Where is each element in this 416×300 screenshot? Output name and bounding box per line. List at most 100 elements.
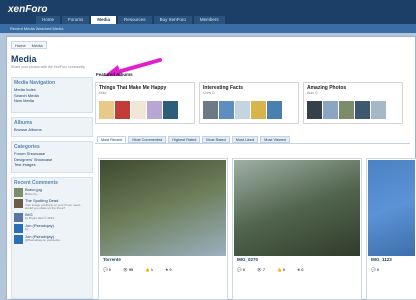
- sidebar-link-browse-albums[interactable]: Browse Albums: [14, 127, 90, 133]
- media-stats: 💬 0 👁 95 👍 1 ★ 0: [103, 267, 172, 272]
- album-thumbnail[interactable]: [219, 101, 234, 119]
- album-thumbnail[interactable]: [235, 101, 250, 119]
- recent-comment-item[interactable]: Jon (Pseudojay) @Pseudojay.do yourselve..…: [14, 234, 90, 244]
- page-title: Media: [11, 54, 37, 64]
- comment-count: 0: [108, 268, 111, 272]
- sort-tabs: Most Recent Most Commented Highest Rated…: [97, 136, 290, 143]
- album-thumbnail[interactable]: [323, 101, 338, 119]
- media-card[interactable]: IMG_0270 💬 0 👁 7 👍 0 ★ 0: [232, 158, 362, 300]
- recent-comment-item[interactable]: IMG by Bryan Stoll © 2013...: [14, 212, 90, 222]
- nav-tab-media[interactable]: Media: [91, 16, 117, 24]
- recent-comment-text: by Bryan Stoll © 2013...: [25, 216, 57, 220]
- categories-box: Categories Forum Showcase Designers' Sho…: [11, 141, 93, 173]
- album-card[interactable]: Things That Make Me Happy Mika: [95, 82, 195, 124]
- breadcrumb: Home Media: [11, 41, 47, 49]
- rating-count: 0: [301, 268, 304, 272]
- rating-count: 0: [169, 268, 172, 272]
- media-stats: 💬 0 👁 7 👍 0 ★ 0: [237, 267, 303, 272]
- album-thumbnail[interactable]: [131, 101, 146, 119]
- media-image[interactable]: [368, 160, 415, 256]
- eye-icon: 👁 7: [256, 268, 265, 272]
- page-description: Share your photos with the XenForo commu…: [11, 65, 85, 69]
- tab-most-recent[interactable]: Most Recent: [97, 136, 127, 143]
- media-title[interactable]: IMG_1123: [371, 257, 392, 262]
- nav-tab-buy[interactable]: Buy XenForo: [153, 16, 192, 24]
- tab-most-viewed[interactable]: Most Viewed: [260, 136, 290, 143]
- breadcrumb-home[interactable]: Home: [15, 43, 26, 48]
- recent-thumbnail[interactable]: [14, 188, 23, 197]
- like-icon: 👍 1: [145, 268, 153, 272]
- album-card[interactable]: Amazing Photos Alan G.: [303, 82, 403, 124]
- view-count: 95: [128, 268, 134, 272]
- main-nav: Home Forums Media Resources Buy XenForo …: [36, 16, 225, 24]
- recent-comment-item[interactable]: Jon (Pseudojay) by ...: [14, 223, 90, 233]
- recent-comments-box: Recent Comments Bravo.jpg Bravo by... The…: [11, 177, 93, 299]
- nav-tab-members[interactable]: Members: [193, 16, 225, 24]
- tab-most-rated[interactable]: Most Rated: [202, 136, 230, 143]
- comment-count: 0: [242, 268, 245, 272]
- album-thumbnail[interactable]: [339, 101, 354, 119]
- comment-icon: 💬 0: [371, 268, 379, 272]
- album-thumbnail[interactable]: [99, 101, 114, 119]
- media-image[interactable]: [234, 160, 360, 256]
- recent-thumbnail[interactable]: [14, 234, 23, 244]
- media-image[interactable]: [100, 160, 226, 256]
- recent-thumbnail[interactable]: [14, 199, 23, 208]
- eye-icon: 👁 95: [122, 268, 134, 272]
- album-thumbnail[interactable]: [163, 101, 178, 119]
- breadcrumb-media[interactable]: Media: [32, 43, 43, 48]
- recent-thumbnail[interactable]: [14, 212, 23, 222]
- star-icon: ★ 0: [164, 268, 172, 272]
- tab-most-liked[interactable]: Most Liked: [231, 136, 259, 143]
- album-owner[interactable]: Chris D.: [203, 91, 295, 95]
- tab-most-commented[interactable]: Most Commented: [128, 136, 167, 143]
- album-thumbnail[interactable]: [355, 101, 370, 119]
- sidebar-link-new-media[interactable]: New Media: [14, 98, 90, 104]
- recent-thumbnail[interactable]: [14, 223, 23, 233]
- album-owner[interactable]: Alan G.: [307, 91, 399, 95]
- album-thumbnails[interactable]: [203, 101, 282, 119]
- album-thumbnails[interactable]: [307, 101, 386, 119]
- comment-icon: 💬 0: [103, 268, 111, 272]
- featured-albums-label: Featured Albums: [96, 72, 133, 77]
- nav-tab-resources[interactable]: Resources: [118, 16, 152, 24]
- like-count: 0: [282, 268, 285, 272]
- albums-box: Albums Browse Albums: [11, 117, 93, 137]
- media-navigation-box: Media Navigation Media Index Search Medi…: [11, 77, 93, 113]
- album-thumbnails[interactable]: [99, 101, 178, 119]
- media-card[interactable]: Torrente 💬 0 👁 95 👍 1 ★ 0: [98, 158, 228, 300]
- category-test-images[interactable]: Test Images: [14, 162, 90, 168]
- media-stats: 💬 0: [371, 267, 379, 272]
- album-thumbnail[interactable]: [307, 101, 322, 119]
- album-thumbnail[interactable]: [251, 101, 266, 119]
- media-navigation-heading: Media Navigation: [14, 80, 56, 86]
- recent-comment-text: Bravo by...: [25, 191, 40, 196]
- albums-heading: Albums: [14, 120, 33, 126]
- album-owner[interactable]: Mika: [99, 91, 191, 95]
- media-title[interactable]: IMG_0270: [237, 257, 258, 262]
- recent-comment-item[interactable]: The Spotting Dead Your image positions on…: [14, 198, 90, 211]
- tab-highest-rated[interactable]: Highest Rated: [168, 136, 201, 143]
- site-logo[interactable]: xenForo: [8, 4, 47, 15]
- subnav-links[interactable]: Recent Media Watched Media: [10, 26, 63, 31]
- like-count: 1: [150, 268, 153, 272]
- media-title[interactable]: Torrente: [103, 257, 121, 262]
- like-icon: 👍 0: [276, 268, 285, 272]
- tabs-divider: [95, 143, 410, 144]
- nav-tab-forums[interactable]: Forums: [62, 16, 90, 24]
- star-icon: ★ 0: [296, 268, 304, 272]
- recent-comment-item[interactable]: Bravo.jpg Bravo by...: [14, 187, 90, 197]
- album-thumbnail[interactable]: [203, 101, 218, 119]
- album-card[interactable]: Interesting Facts Chris D.: [199, 82, 299, 124]
- top-bar: xenForo Home Forums Media Resources Buy …: [0, 0, 416, 24]
- nav-tab-home[interactable]: Home: [36, 16, 61, 24]
- album-thumbnail[interactable]: [371, 101, 386, 119]
- recent-comment-text: by ...: [25, 227, 32, 231]
- album-thumbnail[interactable]: [147, 101, 162, 119]
- featured-albums: Things That Make Me Happy Mika Interesti…: [95, 82, 410, 124]
- comment-icon: 💬 0: [237, 268, 245, 272]
- album-thumbnail[interactable]: [267, 101, 282, 119]
- media-card[interactable]: IMG_1123 💬 0: [366, 158, 416, 300]
- recent-comment-text: Your image positions on your forum need.…: [25, 202, 83, 210]
- album-thumbnail[interactable]: [115, 101, 130, 119]
